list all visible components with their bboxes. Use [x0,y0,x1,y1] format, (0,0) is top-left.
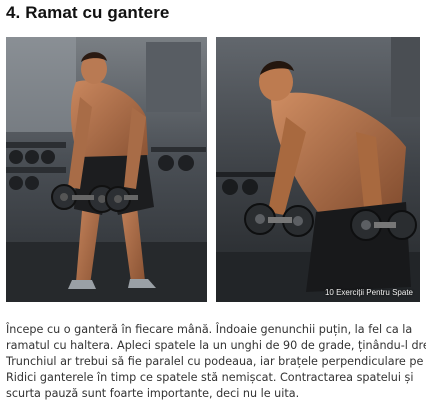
description-line: Începe cu o ganteră în fiecare mână. Înd… [6,323,413,336]
description-line: Trunchiul ar trebui să fie paralel cu po… [6,355,426,368]
exercise-heading: 4. Ramat cu gantere [6,3,170,22]
description-line: ramatul cu haltera. Apleci spatele la un… [6,339,426,352]
description-line: scurta pauză sunt foarte importante, dec… [6,387,300,400]
exercise-photo-side: 10 Exerciții Pentru Spate [216,37,420,302]
article: 4. Ramat cu gantere 10 Exerciții Pentru … [0,0,426,419]
gym-photo-side-image [216,37,420,302]
gym-photo-front-image [6,37,207,302]
photo-caption: 10 Exerciții Pentru Spate [324,288,413,297]
exercise-photo-front [6,37,207,302]
exercise-description: Începe cu o ganteră în fiecare mână. Înd… [6,322,426,402]
description-line: Ridici ganterele în timp ce spatele stă … [6,371,414,384]
